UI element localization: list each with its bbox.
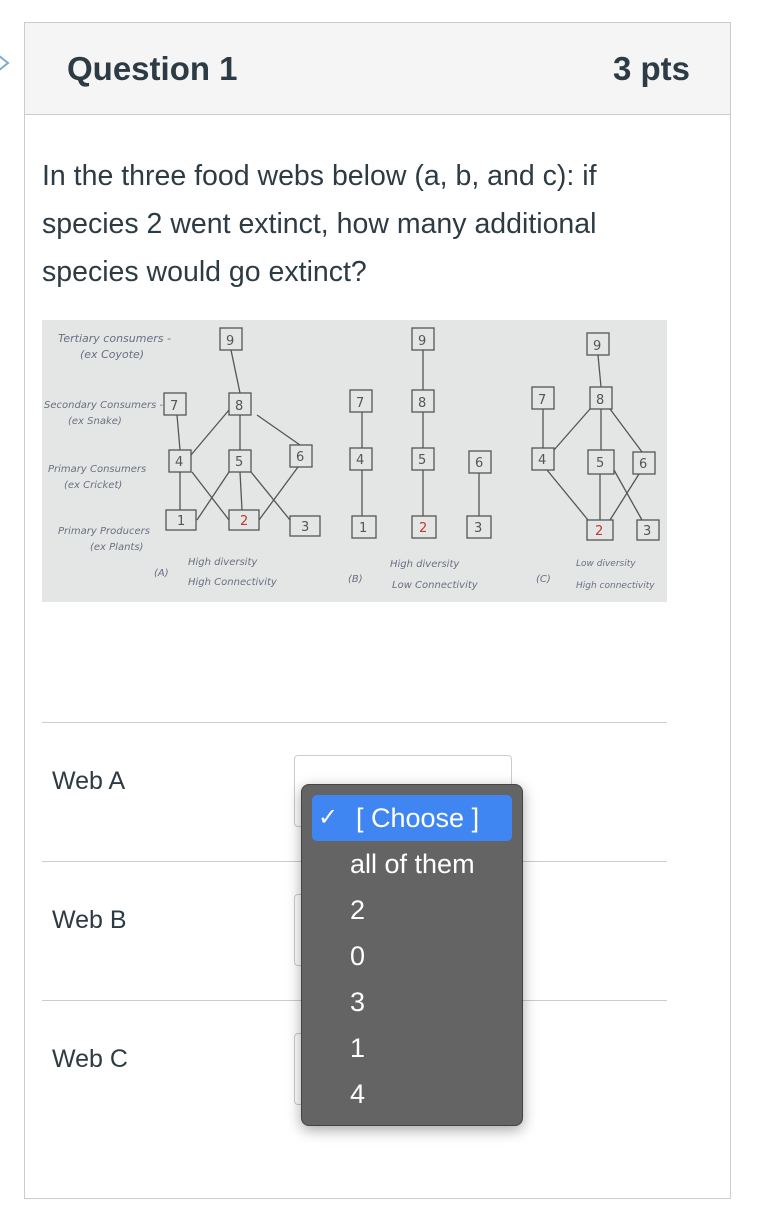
- node-8-a: 8: [235, 399, 243, 414]
- node-3-c: 3: [643, 524, 651, 539]
- question-points: 3 pts: [612, 49, 690, 87]
- node-6-b: 6: [475, 456, 483, 471]
- question-header: Question 1 3 pts: [25, 23, 730, 115]
- web-b-letter: (B): [348, 574, 363, 585]
- producers-label: Primary Producers: [58, 526, 150, 537]
- dropdown-option[interactable]: 2: [312, 887, 512, 933]
- answer-label-web-b: Web B: [52, 906, 127, 934]
- web-a-diversity: High diversity: [188, 557, 258, 568]
- node-5-b: 5: [418, 453, 426, 468]
- secondary-example: (ex Snake): [68, 416, 122, 427]
- web-a-connectivity: High Connectivity: [188, 577, 278, 588]
- web-b-diversity: High diversity: [390, 559, 460, 570]
- dropdown-option[interactable]: 0: [312, 933, 512, 979]
- answer-label-web-a: Web A: [52, 767, 126, 795]
- producers-example: (ex Plants): [90, 542, 143, 553]
- food-web-image: Tertiary consumers - (ex Coyote) Seconda…: [42, 320, 667, 602]
- node-7-c: 7: [538, 393, 546, 408]
- secondary-label: Secondary Consumers -: [44, 400, 164, 411]
- node-9-c: 9: [593, 339, 601, 354]
- node-7-b: 7: [356, 396, 364, 411]
- dropdown-option-label: [ Choose ]: [356, 803, 480, 833]
- question-title: Question 1: [67, 49, 238, 87]
- tertiary-example: (ex Coyote): [80, 348, 144, 361]
- node-1-a: 1: [177, 514, 185, 529]
- primary-consumers-label: Primary Consumers: [48, 464, 146, 475]
- checkmark-icon: ✓: [318, 804, 339, 831]
- dropdown-option[interactable]: 1: [312, 1025, 512, 1071]
- select-dropdown-menu: ✓ [ Choose ] all of them 2 0 3 1 4: [301, 784, 523, 1126]
- nav-arrow-icon[interactable]: [0, 52, 16, 74]
- primary-consumers-example: (ex Cricket): [64, 480, 122, 491]
- node-2-a: 2: [240, 514, 248, 529]
- node-8-b: 8: [418, 396, 426, 411]
- node-7-a: 7: [170, 399, 178, 414]
- node-4-a: 4: [175, 455, 183, 470]
- node-5-c: 5: [596, 456, 604, 471]
- node-6-c: 6: [639, 457, 647, 472]
- node-4-b: 4: [356, 453, 364, 468]
- dropdown-option-choose[interactable]: ✓ [ Choose ]: [312, 795, 512, 841]
- web-c-connectivity: High connectivity: [576, 581, 655, 591]
- dropdown-option[interactable]: all of them: [312, 841, 512, 887]
- node-2-c: 2: [595, 524, 603, 539]
- dropdown-option[interactable]: 4: [312, 1071, 512, 1117]
- dropdown-option[interactable]: 3: [312, 979, 512, 1025]
- node-3-b: 3: [474, 521, 482, 536]
- tertiary-label: Tertiary consumers -: [58, 332, 171, 345]
- node-1-b: 1: [359, 521, 367, 536]
- node-4-c: 4: [538, 453, 546, 468]
- web-b-connectivity: Low Connectivity: [392, 580, 479, 591]
- node-5-a: 5: [235, 455, 243, 470]
- node-3-a: 3: [301, 520, 309, 535]
- web-c-diversity: Low diversity: [576, 559, 636, 569]
- node-2-b: 2: [419, 521, 427, 536]
- node-9-a: 9: [226, 334, 234, 349]
- question-text: In the three food webs below (a, b, and …: [42, 160, 597, 288]
- web-c-letter: (C): [536, 574, 551, 585]
- node-8-c: 8: [596, 393, 604, 408]
- node-9-b: 9: [418, 334, 426, 349]
- web-a-letter: (A): [154, 568, 169, 579]
- answer-label-web-c: Web C: [52, 1045, 128, 1073]
- node-6-a: 6: [296, 450, 304, 465]
